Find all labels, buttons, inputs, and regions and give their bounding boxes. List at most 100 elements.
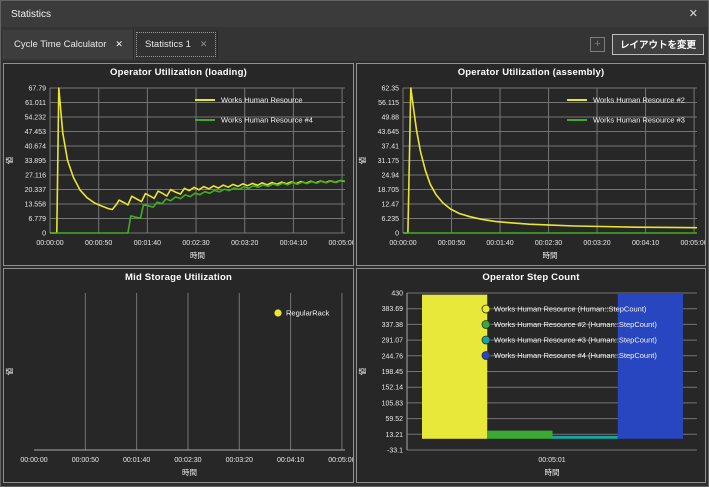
svg-text:6.779: 6.779 — [28, 216, 46, 223]
svg-text:値: 値 — [4, 156, 14, 164]
tab-cycle-time-calculator[interactable]: Cycle Time Calculator ✕ — [3, 30, 134, 59]
tab-statistics-1[interactable]: Statistics 1 ✕ — [134, 30, 218, 59]
svg-text:Works Human Resource #3 (Human: Works Human Resource #3 (Human::StepCoun… — [494, 336, 657, 345]
chart-operator-step-count: 430 383.69 337.38 291.07 244.76 198.45 152.14 1… — [357, 286, 705, 482]
svg-text:00:02:30: 00:02:30 — [182, 240, 209, 247]
svg-text:時間: 時間 — [182, 468, 197, 477]
svg-text:56.115: 56.115 — [378, 100, 399, 107]
chart-title: Operator Utilization (assembly) — [357, 64, 705, 81]
svg-text:67.79: 67.79 — [28, 86, 46, 93]
svg-text:24.94: 24.94 — [381, 173, 399, 180]
svg-text:54.232: 54.232 — [25, 115, 47, 122]
svg-text:00:03:20: 00:03:20 — [231, 240, 258, 247]
svg-text:33.895: 33.895 — [25, 158, 47, 165]
svg-text:198.45: 198.45 — [382, 369, 404, 376]
svg-text:00:05:01: 00:05:01 — [538, 457, 565, 464]
tab-label: Statistics 1 — [145, 39, 191, 50]
svg-text:00:00:00: 00:00:00 — [389, 240, 416, 247]
add-statistics-button[interactable]: + — [590, 37, 605, 52]
title-bar: Statistics ✕ — [1, 1, 708, 27]
svg-text:383.69: 383.69 — [382, 306, 404, 313]
svg-text:49.88: 49.88 — [381, 115, 399, 122]
svg-text:00:05:00: 00:05:00 — [328, 240, 353, 247]
tab-label: Cycle Time Calculator — [14, 39, 106, 50]
svg-text:0: 0 — [42, 231, 46, 238]
svg-text:00:02:30: 00:02:30 — [535, 240, 562, 247]
panel-operator-utilization-assembly: Operator Utilization (assembly) 62.35 56.… — [356, 63, 706, 266]
svg-text:00:03:20: 00:03:20 — [226, 457, 253, 464]
svg-text:RegularRack: RegularRack — [286, 309, 330, 318]
panel-operator-step-count: Operator Step Count 430 383.69 337.38 291.0… — [356, 268, 706, 483]
svg-text:00:04:10: 00:04:10 — [632, 240, 659, 247]
tab-close-icon[interactable]: ✕ — [200, 39, 208, 50]
svg-text:152.14: 152.14 — [382, 385, 404, 392]
svg-text:00:02:30: 00:02:30 — [174, 457, 201, 464]
svg-text:00:00:50: 00:00:50 — [72, 457, 99, 464]
svg-text:時間: 時間 — [545, 468, 560, 477]
chart-mid-storage-utilization: 00:00:00 00:00:50 00:01:40 00:02:30 00:03:20… — [4, 286, 353, 482]
tab-bar: Cycle Time Calculator ✕ Statistics 1 ✕ +… — [1, 27, 708, 62]
svg-text:37.41: 37.41 — [381, 144, 399, 151]
svg-text:00:00:50: 00:00:50 — [85, 240, 112, 247]
svg-text:13.558: 13.558 — [25, 202, 47, 209]
change-layout-button[interactable]: レイアウトを変更 — [612, 34, 704, 55]
svg-text:20.337: 20.337 — [25, 187, 47, 194]
svg-text:00:05:00: 00:05:00 — [328, 457, 353, 464]
svg-text:値: 値 — [357, 156, 367, 164]
svg-text:43.645: 43.645 — [378, 129, 400, 136]
svg-text:430: 430 — [391, 291, 403, 298]
tab-close-icon[interactable]: ✕ — [115, 39, 123, 50]
chart-title: Mid Storage Utilization — [4, 269, 353, 286]
svg-text:00:04:10: 00:04:10 — [280, 240, 307, 247]
svg-text:105.83: 105.83 — [382, 400, 404, 407]
panel-operator-utilization-loading: Operator Utilization (loading) 67.79 61.0… — [3, 63, 354, 266]
svg-text:244.76: 244.76 — [382, 353, 404, 360]
svg-text:13.21: 13.21 — [385, 432, 403, 439]
chart-svg: 430 383.69 337.38 291.07 244.76 198.45 152.14 1… — [357, 286, 705, 482]
svg-text:00:01:40: 00:01:40 — [486, 240, 513, 247]
svg-text:00:00:00: 00:00:00 — [36, 240, 63, 247]
chart-title: Operator Utilization (loading) — [4, 64, 353, 81]
window-title: Statistics — [11, 9, 51, 20]
statistics-window: { "window": { "title": "Statistics", "cl… — [0, 0, 709, 487]
panel-mid-storage-utilization: Mid Storage Utilization 00:00:00 00:00:50… — [3, 268, 354, 483]
chart-grid: Operator Utilization (loading) 67.79 61.0… — [3, 63, 706, 483]
svg-text:値: 値 — [357, 367, 367, 375]
svg-text:00:03:20: 00:03:20 — [583, 240, 610, 247]
svg-text:31.175: 31.175 — [378, 158, 400, 165]
svg-text:18.705: 18.705 — [378, 187, 400, 194]
svg-text:00:00:50: 00:00:50 — [438, 240, 465, 247]
svg-text:値: 値 — [4, 367, 14, 375]
svg-text:0: 0 — [395, 231, 399, 238]
chart-svg: 62.35 56.115 49.88 43.645 37.41 31.175 24.94 18… — [357, 81, 705, 265]
svg-text:00:01:40: 00:01:40 — [134, 240, 161, 247]
svg-text:00:05:00: 00:05:00 — [680, 240, 705, 247]
svg-text:337.38: 337.38 — [382, 322, 404, 329]
svg-text:00:00:00: 00:00:00 — [20, 457, 47, 464]
svg-text:62.35: 62.35 — [381, 86, 399, 93]
svg-text:Works Human Resource: Works Human Resource — [221, 96, 303, 105]
svg-text:Works Human Resource #2 (Human: Works Human Resource #2 (Human::StepCoun… — [494, 320, 657, 329]
svg-text:291.07: 291.07 — [382, 338, 404, 345]
chart-svg: 00:00:00 00:00:50 00:01:40 00:02:30 00:03:20… — [4, 286, 353, 482]
svg-text:Works Human Resource #2: Works Human Resource #2 — [593, 96, 685, 105]
chart-operator-utilization-assembly: 62.35 56.115 49.88 43.645 37.41 31.175 24.94 18… — [357, 81, 705, 265]
svg-text:6.235: 6.235 — [381, 216, 399, 223]
svg-text:時間: 時間 — [190, 251, 205, 260]
svg-text:Works Human Resource #3: Works Human Resource #3 — [593, 116, 685, 125]
svg-text:40.674: 40.674 — [25, 144, 47, 151]
svg-text:47.453: 47.453 — [25, 129, 47, 136]
chart-operator-utilization-loading: 67.79 61.011 54.232 47.453 40.674 33.895 27.11… — [4, 81, 353, 265]
svg-text:Works Human Resource #4: Works Human Resource #4 — [221, 116, 313, 125]
svg-text:59.52: 59.52 — [385, 416, 403, 423]
chart-title: Operator Step Count — [357, 269, 705, 286]
svg-text:時間: 時間 — [543, 251, 558, 260]
svg-text:27.116: 27.116 — [25, 173, 46, 180]
chart-svg: 67.79 61.011 54.232 47.453 40.674 33.895 27.11… — [4, 81, 353, 265]
window-close-icon[interactable]: ✕ — [689, 9, 698, 20]
svg-text:00:04:10: 00:04:10 — [277, 457, 304, 464]
svg-text:61.011: 61.011 — [25, 100, 46, 107]
svg-text:00:01:40: 00:01:40 — [123, 457, 150, 464]
svg-text:-33.1: -33.1 — [387, 448, 403, 455]
svg-text:12.47: 12.47 — [381, 202, 399, 209]
